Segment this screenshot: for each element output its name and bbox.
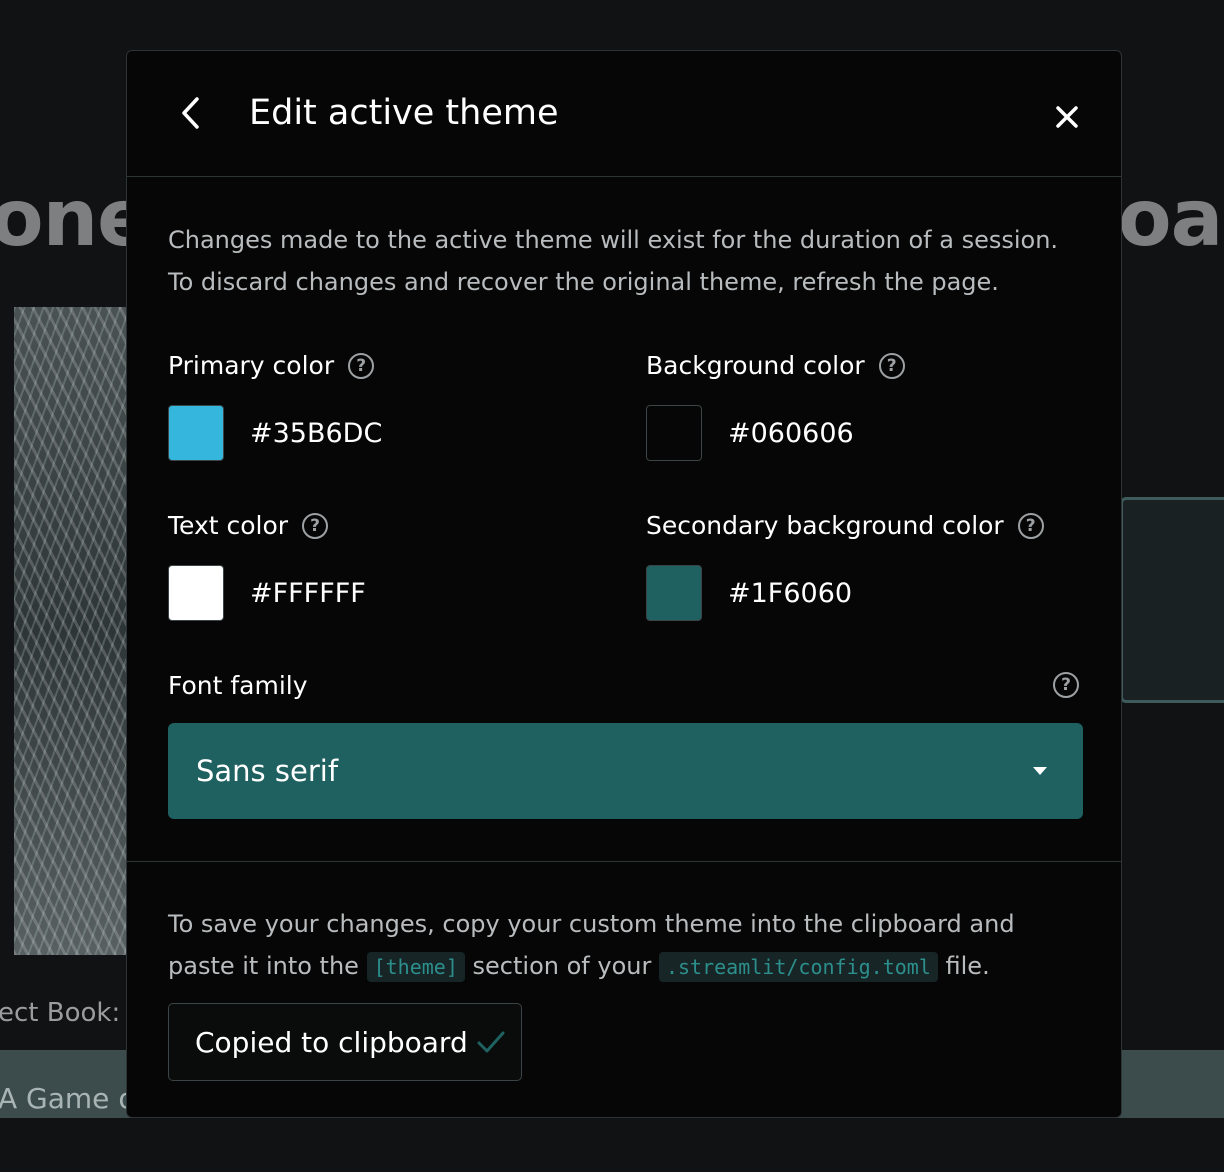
secondary-background-color-field: Secondary background color ? #1F6060 (646, 509, 1066, 621)
theme-section-code: [theme] (366, 952, 465, 982)
question-circle-icon[interactable]: ? (878, 353, 905, 379)
save-instructions: To save your changes, copy your custom t… (168, 903, 1088, 988)
checkmark-icon (476, 1030, 506, 1054)
close-button[interactable] (1045, 95, 1089, 139)
back-button[interactable] (169, 91, 213, 135)
dialog-divider (127, 861, 1121, 862)
edit-theme-dialog: Edit active theme Changes made to the ac… (126, 50, 1122, 1118)
background-image-right (1120, 497, 1224, 703)
background-color-value: #060606 (728, 417, 854, 449)
question-circle-icon[interactable]: ? (1053, 672, 1079, 698)
primary-color-field: Primary color ? #35B6DC (168, 349, 588, 461)
config-file-code: .streamlit/config.toml (658, 952, 938, 982)
save-instructions-text-3: file. (945, 952, 990, 980)
background-page-title-right: oar (1118, 174, 1224, 264)
chevron-left-icon (182, 97, 199, 129)
text-color-field: Text color ? #FFFFFF (168, 509, 588, 621)
background-color-label: Background color (646, 351, 865, 380)
primary-color-value: #35B6DC (250, 417, 383, 449)
question-circle-icon[interactable]: ? (348, 353, 375, 379)
background-book-image (14, 307, 144, 955)
background-color-swatch[interactable] (646, 405, 702, 461)
font-family-selected-value: Sans serif (196, 754, 339, 788)
question-circle-icon[interactable]: ? (302, 513, 329, 539)
font-family-label: Font family (168, 671, 308, 700)
dialog-header: Edit active theme (127, 51, 1121, 177)
caret-down-icon (1033, 767, 1047, 775)
background-color-field: Background color ? #060606 (646, 349, 1066, 461)
dialog-title: Edit active theme (249, 93, 559, 133)
text-color-value: #FFFFFF (250, 577, 366, 609)
text-color-label: Text color (168, 511, 289, 540)
app-stage: ones oar ect Book: A Game of Edit active… (0, 0, 1224, 1172)
theme-intro-text: Changes made to the active theme will ex… (168, 226, 1059, 296)
background-select-label: ect Book: (0, 998, 121, 1028)
primary-color-label: Primary color (168, 351, 335, 380)
close-icon (1056, 106, 1078, 128)
secondary-background-color-label: Secondary background color (646, 511, 1004, 540)
font-family-select[interactable]: Sans serif (168, 723, 1083, 819)
save-instructions-text-2: section of your (472, 952, 652, 980)
background-book-select-value: A Game of (0, 1082, 146, 1115)
copy-button-label: Copied to clipboard (195, 1025, 468, 1059)
secondary-background-color-value: #1F6060 (728, 577, 853, 609)
question-circle-icon[interactable]: ? (1017, 513, 1044, 539)
secondary-background-color-swatch[interactable] (646, 565, 702, 621)
primary-color-swatch[interactable] (168, 405, 224, 461)
copy-theme-button[interactable]: Copied to clipboard (168, 1003, 522, 1081)
text-color-swatch[interactable] (168, 565, 224, 621)
